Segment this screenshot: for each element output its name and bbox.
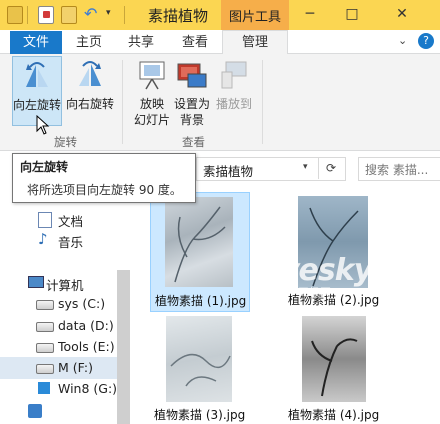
drive-icon [36, 322, 54, 332]
tooltip-body: 将所选项目向左旋转 90 度。 [27, 183, 182, 197]
picture-tools-context-tab: 图片工具 [221, 0, 289, 30]
file-item-3[interactable]: 植物素描 (3).jpg [150, 312, 248, 424]
nav-label: sys (C:) [58, 296, 106, 311]
nav-label: Win8 (G:) [58, 381, 118, 396]
rotate-right-icon [75, 60, 105, 88]
rotate-right-button[interactable]: 向右旋转 [66, 56, 114, 124]
nav-label: Tools (E:) [58, 339, 115, 354]
tab-manage[interactable]: 管理 [222, 30, 288, 55]
nav-item-drive-d[interactable]: data (D:) [0, 315, 117, 337]
play-to-icon [220, 60, 248, 90]
nav-item-drive-g[interactable]: Win8 (G:) [0, 378, 117, 400]
nav-label: 音乐 [58, 235, 84, 250]
nav-item-drive-f[interactable]: M (F:) [0, 357, 117, 379]
nav-item-drive-c[interactable]: sys (C:) [0, 293, 117, 315]
yesky-watermark-sub: 天极网 [298, 286, 331, 299]
nav-label: 文档 [58, 214, 84, 229]
file-name: 植物素描 (1).jpg [155, 294, 247, 308]
file-name: 植物素描 (3).jpg [154, 408, 246, 422]
tab-file[interactable]: 文件 [10, 31, 62, 54]
search-placeholder: 搜索 素描... [365, 163, 429, 177]
nav-item-drive-e[interactable]: Tools (E:) [0, 336, 117, 358]
nav-label: data (D:) [58, 318, 114, 333]
qat-dropdown-icon[interactable]: ▾ [106, 8, 111, 18]
new-folder-icon[interactable] [61, 6, 77, 24]
app-folder-icon [7, 6, 23, 24]
yesky-watermark: yesky [280, 253, 373, 288]
network-icon [28, 404, 42, 418]
file-name: 植物素描 (4).jpg [288, 408, 380, 422]
group-label-rotate: 旋转 [54, 135, 77, 149]
thumbnail-sketch-1 [165, 197, 233, 287]
nav-item-music[interactable]: ♪ 音乐 [0, 229, 117, 251]
drive-icon [36, 343, 54, 353]
rotate-right-label: 向右旋转 [66, 97, 115, 111]
file-item-1[interactable]: 植物素描 (1).jpg [150, 192, 250, 312]
group-separator [122, 60, 123, 144]
set-as-background-button[interactable]: 设置为 背景 [168, 56, 216, 127]
play-to-label: 播放到 [215, 97, 252, 111]
undo-icon[interactable]: ↶ [84, 4, 97, 23]
group-separator [262, 60, 263, 144]
file-item-4[interactable]: 植物素描 (4).jpg [284, 312, 382, 424]
tab-share[interactable]: 共享 [118, 31, 164, 54]
rotate-left-label: 向左旋转 [13, 98, 62, 112]
properties-icon[interactable] [38, 6, 54, 24]
set-background-label-1: 设置为 [173, 97, 210, 111]
music-icon: ♪ [38, 230, 48, 248]
address-path: 素描植物 [203, 164, 254, 179]
computer-icon [28, 276, 44, 288]
nav-label: M (F:) [58, 360, 93, 375]
drive-icon [36, 364, 54, 374]
minimize-ribbon-icon[interactable]: ⌄ [398, 34, 407, 47]
qat-separator [124, 6, 125, 24]
tooltip-title: 向左旋转 [20, 160, 69, 174]
search-input[interactable]: 搜索 素描... [358, 157, 440, 181]
help-icon[interactable]: ? [418, 33, 434, 49]
group-label-view: 查看 [182, 135, 205, 149]
documents-icon [38, 212, 52, 228]
nav-label: 计算机 [46, 278, 84, 293]
qat-separator [27, 6, 28, 24]
slideshow-icon [138, 60, 166, 90]
refresh-button[interactable]: ⟳ [318, 157, 343, 179]
nav-scrollbar[interactable] [117, 270, 130, 424]
rotate-left-icon [22, 61, 52, 89]
close-button[interactable]: ✕ [392, 4, 412, 24]
thumbnail-sketch-4 [302, 316, 366, 402]
maximize-button[interactable]: □ [342, 4, 362, 24]
nav-item-documents[interactable]: 文档 [0, 208, 117, 230]
mouse-cursor-icon [36, 114, 50, 138]
rotate-left-tooltip: 向左旋转 将所选项目向左旋转 90 度。 [12, 153, 196, 203]
window-title: 素描植物 [148, 7, 209, 25]
windows-drive-icon [38, 382, 50, 394]
drive-icon [36, 300, 54, 310]
minimize-button[interactable]: ─ [300, 4, 320, 24]
set-background-label-2: 背景 [179, 113, 204, 127]
play-to-button[interactable]: 播放到 [210, 56, 258, 124]
address-dropdown-icon[interactable]: ▾ [303, 162, 308, 172]
tab-home[interactable]: 主页 [66, 31, 112, 54]
set-background-icon [176, 60, 208, 90]
tab-view[interactable]: 查看 [172, 31, 218, 54]
nav-item-computer[interactable]: 计算机 [0, 272, 117, 294]
thumbnail-sketch-3 [166, 316, 232, 402]
